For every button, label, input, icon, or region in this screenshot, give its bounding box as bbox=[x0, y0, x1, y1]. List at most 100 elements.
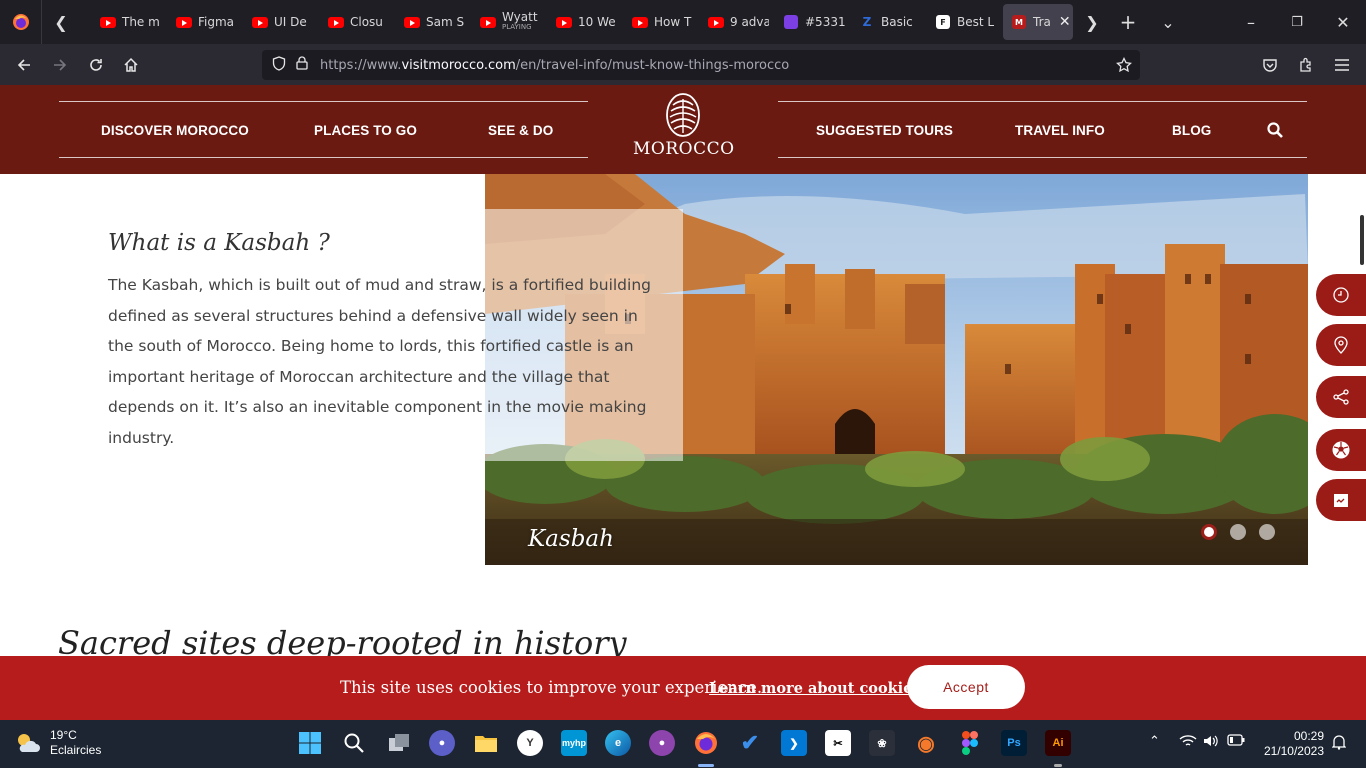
photoshop-icon[interactable]: Ps bbox=[1001, 730, 1027, 756]
list-tabs-icon[interactable]: ⌄ bbox=[1154, 8, 1182, 36]
slide-dot-1[interactable] bbox=[1201, 524, 1217, 540]
browser-tab[interactable]: 10 We bbox=[547, 4, 617, 40]
nav-see-and-do[interactable]: SEE & DO bbox=[488, 123, 553, 138]
nav-suggested-tours[interactable]: SUGGESTED TOURS bbox=[816, 123, 953, 138]
tab-playing-label: PLAYING bbox=[502, 23, 532, 31]
browser-tab[interactable]: UI De bbox=[243, 4, 313, 40]
teams-chat-icon[interactable]: ● bbox=[429, 730, 455, 756]
illustrator-icon[interactable]: Ai bbox=[1045, 730, 1071, 756]
file-explorer-icon[interactable] bbox=[473, 730, 499, 756]
cookie-learn-more-link[interactable]: Learn more about cookies. bbox=[709, 680, 926, 697]
fol-icon: F bbox=[936, 15, 950, 29]
nav-places-to-go[interactable]: PLACES TO GO bbox=[314, 123, 417, 138]
url-text: https://www.visitmorocco.com/en/travel-i… bbox=[320, 58, 789, 73]
todo-check-icon[interactable]: ✔ bbox=[737, 730, 763, 756]
close-window-icon[interactable]: ✕ bbox=[1329, 8, 1357, 36]
forward-icon[interactable] bbox=[45, 50, 75, 80]
lock-icon[interactable] bbox=[296, 56, 308, 74]
minimize-icon[interactable]: – bbox=[1237, 8, 1265, 36]
shield-icon[interactable] bbox=[272, 55, 286, 75]
home-icon[interactable] bbox=[116, 50, 146, 80]
app-menu-icon[interactable] bbox=[1327, 50, 1357, 80]
tab-title: UI De bbox=[274, 15, 307, 29]
extensions-icon[interactable] bbox=[1291, 50, 1321, 80]
youtube-icon bbox=[404, 16, 420, 28]
weather-condition: Eclaircies bbox=[50, 743, 102, 757]
browser-tab[interactable]: Z Basic bbox=[851, 4, 921, 40]
slide-dot-2[interactable] bbox=[1230, 524, 1246, 540]
tab-title: Figma bbox=[198, 15, 235, 29]
firefox-menu-icon[interactable] bbox=[0, 0, 42, 44]
tab-title: Wyatt bbox=[502, 10, 538, 24]
browser-tab[interactable]: F Best L bbox=[927, 4, 997, 40]
address-bar[interactable]: https://www.visitmorocco.com/en/travel-i… bbox=[262, 50, 1140, 80]
close-tab-icon[interactable]: ✕ bbox=[1059, 14, 1071, 30]
nav-blog[interactable]: BLOG bbox=[1172, 123, 1211, 138]
search-icon[interactable] bbox=[1266, 121, 1286, 141]
visitmorocco-icon: M bbox=[1012, 15, 1026, 29]
davinci-resolve-icon[interactable]: ❀ bbox=[869, 730, 895, 756]
firefox-taskbar-icon[interactable] bbox=[693, 730, 719, 756]
nav-discover-morocco[interactable]: DISCOVER MOROCCO bbox=[101, 123, 249, 138]
edge-icon[interactable]: e bbox=[605, 730, 631, 756]
windows-taskbar: 19°C Eclaircies ● Y myhp e ● ✔ ❯ ✂ ❀ ◉ Ps… bbox=[0, 720, 1366, 768]
page-scrollbar[interactable] bbox=[1360, 215, 1364, 265]
browser-tab[interactable]: Sam S bbox=[395, 4, 465, 40]
system-clock[interactable]: 00:29 21/10/2023 bbox=[1256, 729, 1324, 759]
url-path: /en/travel-info/must-know-things-morocco bbox=[515, 57, 790, 73]
myhp-icon[interactable]: myhp bbox=[561, 730, 587, 756]
browser-tab[interactable]: #5331 bbox=[775, 4, 845, 40]
map-pin-icon[interactable] bbox=[1316, 324, 1366, 366]
header-rule bbox=[59, 101, 588, 102]
youtube-icon bbox=[480, 16, 496, 28]
pocket-icon[interactable] bbox=[1255, 50, 1285, 80]
accept-cookies-button[interactable]: Accept bbox=[907, 665, 1025, 709]
figma-icon[interactable] bbox=[957, 730, 983, 756]
vscode-icon[interactable]: ❯ bbox=[781, 730, 807, 756]
task-view-icon[interactable] bbox=[386, 730, 412, 756]
browser-tab[interactable]: How T bbox=[623, 4, 693, 40]
nav-travel-info[interactable]: TRAVEL INFO bbox=[1015, 123, 1105, 138]
capcut-icon[interactable]: ✂ bbox=[825, 730, 851, 756]
mask-app-icon[interactable]: ● bbox=[649, 730, 675, 756]
browser-tab[interactable]: Closu bbox=[319, 4, 389, 40]
url-prefix: https://www. bbox=[320, 57, 402, 73]
football-icon[interactable] bbox=[1316, 429, 1366, 471]
bookmark-star-icon[interactable] bbox=[1116, 56, 1132, 77]
scroll-tabs-left-icon[interactable]: ❮ bbox=[48, 8, 74, 36]
browser-tab[interactable]: Figma bbox=[167, 4, 237, 40]
tab-title: #5331 bbox=[805, 15, 845, 29]
windows-start-icon[interactable] bbox=[297, 730, 323, 756]
back-icon[interactable] bbox=[9, 50, 39, 80]
browser-tab[interactable]: M Tra ✕ bbox=[1003, 4, 1073, 40]
share-icon[interactable] bbox=[1316, 376, 1366, 418]
morocco-logo[interactable]: MOROCCO bbox=[633, 93, 734, 165]
page-content: What is a Kasbah ? The Kasbah, which is … bbox=[0, 174, 1366, 656]
active-app-indicator bbox=[698, 764, 714, 767]
yandex-icon[interactable]: Y bbox=[517, 730, 543, 756]
tray-overflow-icon[interactable]: ⌃ bbox=[1149, 734, 1160, 749]
blender-icon[interactable]: ◉ bbox=[913, 730, 939, 756]
battery-icon[interactable] bbox=[1227, 734, 1245, 750]
clock-time: 00:29 bbox=[1293, 729, 1324, 743]
restore-icon[interactable]: ❐ bbox=[1283, 8, 1311, 36]
new-tab-icon[interactable]: + bbox=[1114, 8, 1142, 36]
header-rule bbox=[778, 157, 1307, 158]
slide-dot-3[interactable] bbox=[1259, 524, 1275, 540]
browser-tab[interactable]: 9 adva bbox=[699, 4, 769, 40]
reload-icon[interactable] bbox=[81, 50, 111, 80]
slide-caption: Kasbah bbox=[528, 526, 614, 552]
scroll-tabs-right-icon[interactable]: ❯ bbox=[1078, 8, 1106, 36]
header-rule bbox=[59, 157, 588, 158]
notification-bell-icon[interactable] bbox=[1331, 734, 1347, 754]
tab-title: Sam S bbox=[426, 15, 465, 29]
browser-tab[interactable]: Wyatt PLAYING bbox=[471, 4, 541, 40]
wifi-icon[interactable] bbox=[1179, 734, 1197, 752]
calendar-icon[interactable] bbox=[1316, 479, 1366, 521]
weather-widget[interactable]: 19°C Eclaircies bbox=[14, 728, 101, 758]
browser-tab-strip: ❮ The m Figma UI De Closu Sam S Wyatt PLAYING 1… bbox=[0, 0, 1366, 44]
taskbar-search-icon[interactable] bbox=[341, 730, 367, 756]
clock-icon[interactable] bbox=[1316, 274, 1366, 316]
volume-icon[interactable] bbox=[1203, 734, 1219, 752]
browser-tab[interactable]: The m bbox=[91, 4, 161, 40]
